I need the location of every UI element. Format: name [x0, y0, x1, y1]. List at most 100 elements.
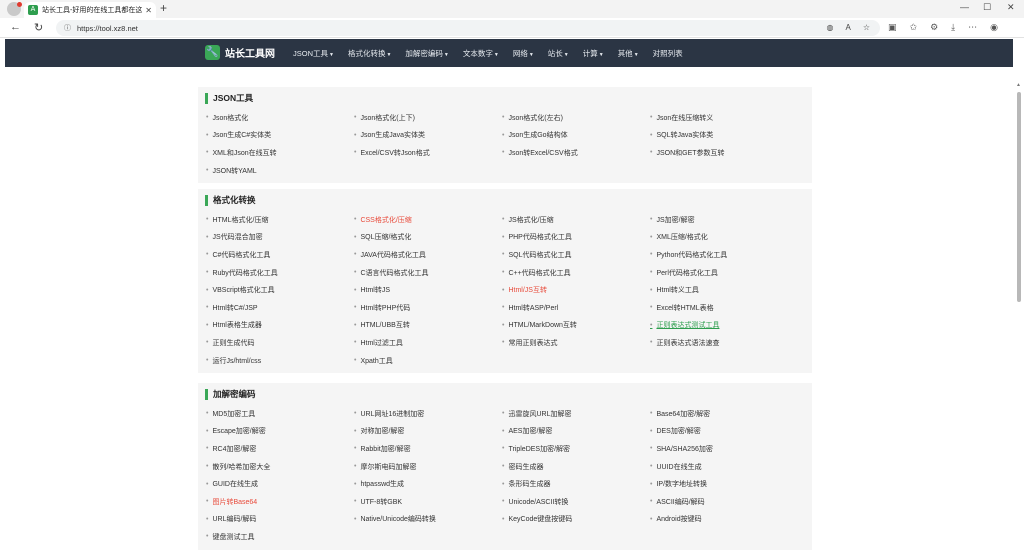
nav-menu-item[interactable]: 格式化转换▼ — [348, 48, 391, 59]
back-icon[interactable]: ← — [10, 21, 21, 33]
tool-link[interactable]: • Html转ASP/Perl — [502, 299, 650, 317]
nav-menu-item[interactable]: 站长▼ — [548, 48, 569, 59]
favorite-star-icon[interactable]: ☆ — [863, 23, 870, 32]
tool-link[interactable]: • 条形码生成器 — [502, 475, 650, 493]
nav-menu-item[interactable]: 加解密编码▼ — [405, 48, 448, 59]
tool-link[interactable]: • Base64加密/解密 — [650, 405, 798, 423]
tool-link[interactable]: • MD5加密工具 — [206, 405, 354, 423]
copilot-icon[interactable]: ◉ — [990, 22, 998, 33]
tool-link[interactable]: • SQL代码格式化工具 — [502, 246, 650, 264]
tool-link[interactable]: • C#代码格式化工具 — [206, 246, 354, 264]
tool-link[interactable]: • Native/Unicode编码转换 — [354, 511, 502, 529]
tool-link[interactable]: • PHP代码格式化工具 — [502, 229, 650, 247]
tool-link[interactable]: • HTML/UBB互转 — [354, 317, 502, 335]
nav-menu-item[interactable]: 其他▼ — [618, 48, 639, 59]
tool-link[interactable]: • JS加密/解密 — [650, 211, 798, 229]
tool-link[interactable]: • 密码生成器 — [502, 458, 650, 476]
profile-avatar[interactable] — [7, 2, 22, 16]
tool-link[interactable]: • 运行Js/html/css — [206, 352, 354, 370]
tool-link[interactable]: • XML压缩/格式化 — [650, 229, 798, 247]
tool-link[interactable]: • JAVA代码格式化工具 — [354, 246, 502, 264]
tool-link[interactable]: • 正则表达式测试工具 — [650, 317, 798, 335]
tool-link[interactable]: • HTML格式化/压缩 — [206, 211, 354, 229]
tool-link[interactable]: • htpasswd生成 — [354, 475, 502, 493]
tool-link[interactable]: • 摩尔斯电码加解密 — [354, 458, 502, 476]
nav-menu-item[interactable]: 网络▼ — [513, 48, 534, 59]
tool-link[interactable]: • Html转C#/JSP — [206, 299, 354, 317]
tool-link[interactable]: • 正则表达式语法速查 — [650, 334, 798, 352]
maximize-icon[interactable]: ☐ — [983, 2, 991, 13]
tool-link[interactable]: • C++代码格式化工具 — [502, 264, 650, 282]
tool-link[interactable]: • Json格式化(上下) — [354, 109, 502, 127]
tool-link[interactable]: • Unicode/ASCII转换 — [502, 493, 650, 511]
more-menu-icon[interactable]: ⋯ — [968, 22, 977, 33]
tool-link[interactable]: • ASCII编码/解码 — [650, 493, 798, 511]
collections-icon[interactable]: ▣ — [888, 22, 897, 33]
tool-link[interactable]: • CSS格式化/压缩 — [354, 211, 502, 229]
tool-link[interactable]: • TripleDES加密/解密 — [502, 440, 650, 458]
tool-link[interactable]: • Perl代码格式化工具 — [650, 264, 798, 282]
scroll-up-icon[interactable]: ▲ — [1016, 82, 1021, 88]
browser-tab-active[interactable]: A 站长工具-好用的在线工具都在这 ✕ — [24, 2, 156, 18]
tool-link[interactable]: • JS代码混合加密 — [206, 229, 354, 247]
tool-link[interactable]: • 键盘测试工具 — [206, 528, 354, 546]
tool-link[interactable]: • IP/数字地址转换 — [650, 475, 798, 493]
tool-link[interactable]: • Excel转HTML表格 — [650, 299, 798, 317]
tool-link[interactable]: • SQL转Java实体类 — [650, 127, 798, 145]
minimize-icon[interactable]: — — [960, 2, 969, 12]
new-tab-button[interactable]: + — [160, 1, 167, 15]
tool-link[interactable]: • SHA/SHA256加密 — [650, 440, 798, 458]
tool-link[interactable]: • Json转Excel/CSV格式 — [502, 144, 650, 162]
nav-menu-item[interactable]: JSON工具▼ — [293, 48, 334, 59]
page-scrollbar[interactable]: ▲ ▼ — [1016, 82, 1022, 555]
tool-link[interactable]: • HTML/MarkDown互转 — [502, 317, 650, 335]
tool-link[interactable]: • Escape加密/解密 — [206, 423, 354, 441]
nav-menu-item[interactable]: 文本数字▼ — [463, 48, 499, 59]
downloads-icon[interactable]: ⤓ — [951, 22, 955, 33]
translate-icon[interactable]: ◍ — [827, 23, 834, 32]
tool-link[interactable]: • Android按键码 — [650, 511, 798, 529]
tool-link[interactable]: • 对称加密/解密 — [354, 423, 502, 441]
tool-link[interactable]: • UTF-8转GBK — [354, 493, 502, 511]
tool-link[interactable]: • DES加密/解密 — [650, 423, 798, 441]
tool-link[interactable]: • Html转义工具 — [650, 281, 798, 299]
tool-link[interactable]: • XML和Json在线互转 — [206, 144, 354, 162]
tool-link[interactable]: • 迅雷旋风URL加解密 — [502, 405, 650, 423]
tool-link[interactable]: • URL编码/解码 — [206, 511, 354, 529]
tool-link[interactable]: • UUID在线生成 — [650, 458, 798, 476]
tool-link[interactable]: • JSON和GET参数互转 — [650, 144, 798, 162]
favorites-icon[interactable]: ✩ — [910, 22, 918, 33]
tool-link[interactable]: • RC4加密/解密 — [206, 440, 354, 458]
tool-link[interactable]: • JSON转YAML — [206, 162, 354, 180]
tool-link[interactable]: • 正则生成代码 — [206, 334, 354, 352]
tool-link[interactable]: • Json在线压缩转义 — [650, 109, 798, 127]
tool-link[interactable]: • Json格式化(左右) — [502, 109, 650, 127]
tool-link[interactable]: • 常用正则表达式 — [502, 334, 650, 352]
close-window-icon[interactable]: ✕ — [1007, 2, 1015, 13]
tool-link[interactable]: • Json格式化 — [206, 109, 354, 127]
tool-link[interactable]: • KeyCode键盘按键码 — [502, 511, 650, 529]
url-input[interactable]: ⓘ https://tool.xz8.net ◍ A ☆ — [56, 20, 880, 36]
tool-link[interactable]: • VBScript格式化工具 — [206, 281, 354, 299]
tool-link[interactable]: • URL网址16进制加密 — [354, 405, 502, 423]
tool-link[interactable]: • SQL压缩/格式化 — [354, 229, 502, 247]
site-info-icon[interactable]: ⓘ — [64, 23, 71, 33]
site-brand[interactable]: 🔧 站长工具网 — [205, 45, 275, 60]
tool-link[interactable]: • Python代码格式化工具 — [650, 246, 798, 264]
tool-link[interactable]: • 散列/哈希加密大全 — [206, 458, 354, 476]
tool-link[interactable]: • Ruby代码格式化工具 — [206, 264, 354, 282]
nav-menu-item[interactable]: 对照列表 — [653, 48, 683, 59]
tool-link[interactable]: • AES加密/解密 — [502, 423, 650, 441]
tool-link[interactable]: • Html转PHP代码 — [354, 299, 502, 317]
tab-close-icon[interactable]: ✕ — [145, 6, 152, 15]
nav-menu-item[interactable]: 计算▼ — [583, 48, 604, 59]
tool-link[interactable]: • Excel/CSV转Json格式 — [354, 144, 502, 162]
tool-link[interactable]: • C语言代码格式化工具 — [354, 264, 502, 282]
tool-link[interactable]: • Json生成C#实体类 — [206, 127, 354, 145]
tool-link[interactable]: • Rabbit加密/解密 — [354, 440, 502, 458]
scroll-thumb[interactable] — [1017, 92, 1021, 302]
refresh-icon[interactable]: ↻ — [34, 21, 43, 34]
extensions-icon[interactable]: ⚙ — [930, 22, 938, 33]
read-aloud-icon[interactable]: A — [845, 23, 850, 32]
tool-link[interactable]: • JS格式化/压缩 — [502, 211, 650, 229]
